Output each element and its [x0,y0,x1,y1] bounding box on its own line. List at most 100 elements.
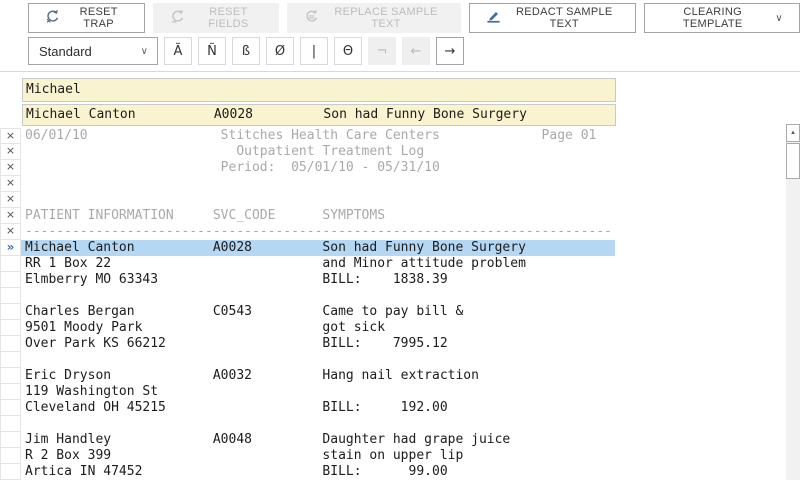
report-line[interactable]: Over Park KS 66212 BILL: 7995.12 [0,336,615,352]
report-line[interactable]: × Period: 05/01/10 - 05/31/10 [0,160,615,176]
report-line[interactable]: × [0,192,615,208]
report-line[interactable]: » Michael Canton A0028 Son had Funny Bone… [0,240,615,256]
trap-definition-input[interactable]: Michael [22,78,616,102]
report-line[interactable]: Artica IN 47452 BILL: 99.00 [0,464,615,480]
report-line-text: RR 1 Box 22 and Minor attitude problem [25,256,526,271]
report-line-text: ----------------------------------------… [25,224,612,239]
trap-character-toolbar: Standard ∨ Ã Ñß Ø | Θ ¬ ← → [28,37,464,65]
line-trap-x-icon[interactable]: × [0,176,21,192]
gutter-cell [0,384,21,400]
gutter-cell [0,320,21,336]
char-button-a-tilde[interactable]: Ã [164,37,192,65]
report-line-text: R 2 Box 399 stain on upper lip [25,448,464,463]
report-line[interactable]: Cleveland OH 45215 BILL: 192.00 [0,400,615,416]
reset-fields-button[interactable]: RESET FIELDS [153,3,280,33]
reset-trap-label: RESET TRAP [79,6,118,30]
gutter-cell [0,416,21,432]
report-line-text: 06/01/10 Stitches Health Care Centers Pa… [25,128,597,143]
scroll-up-button[interactable]: ▲ [786,124,800,142]
report-line[interactable]: 9501 Moody Park got sick [0,320,615,336]
report-line[interactable]: Elmberry MO 63343 BILL: 1838.39 [0,272,615,288]
line-trap-x-icon[interactable]: × [0,224,21,240]
gutter-cell [0,336,21,352]
gutter-cell [0,352,21,368]
report-line-text [21,192,615,208]
report-line-text: Elmberry MO 63343 BILL: 1838.39 [25,272,448,287]
report-line[interactable]: R 2 Box 399 stain on upper lip [0,448,615,464]
gutter-cell [0,256,21,272]
char-button-o-slash[interactable]: Ø [266,37,294,65]
gutter-cell [0,304,21,320]
chevron-down-icon: ∨ [140,45,148,57]
char-button-arrow-right[interactable]: → [436,37,464,65]
line-trap-x-icon[interactable]: × [0,192,21,208]
report-body: × 06/01/10 Stitches Health Care Centers P… [0,128,615,480]
scroll-up-arrow-icon: ▲ [790,130,796,136]
char-button-pipe[interactable]: | [300,37,328,65]
char-button-not-sign[interactable]: ¬ [368,37,396,65]
replace-sample-text-label: REPLACE SAMPLE TEXT [334,6,438,30]
gutter-cell [0,272,21,288]
line-trap-x-icon[interactable]: × [0,160,21,176]
report-line[interactable]: Jim Handley A0048 Daughter had grape jui… [0,432,615,448]
reset-trap-button[interactable]: RESET TRAP [28,3,146,33]
report-line-text: Cleveland OH 45215 BILL: 192.00 [25,400,448,415]
report-line-text: Eric Dryson A0032 Hang nail extraction [25,368,479,383]
gutter-cell [0,464,21,480]
report-line-text: 9501 Moody Park got sick [25,320,386,335]
report-line[interactable] [0,352,615,368]
reset-trap-icon [45,9,60,27]
reset-fields-icon [170,9,185,27]
redact-sample-text-button[interactable]: REDACT SAMPLE TEXT [468,3,636,33]
report-line[interactable]: × Outpatient Treatment Log [0,144,615,160]
replace-sample-text-icon [304,9,319,27]
gutter-cell [0,432,21,448]
report-line[interactable]: 119 Washington St [0,384,615,400]
report-line-text: Michael Canton A0028 Son had Funny Bone … [21,240,615,256]
report-line[interactable] [0,416,615,432]
report-line-text: 119 Washington St [25,384,159,399]
report-line[interactable]: Eric Dryson A0032 Hang nail extraction [0,368,615,384]
replace-sample-text-button[interactable]: REPLACE SAMPLE TEXT [287,3,461,33]
char-button-row: Ã Ñß Ø | Θ ¬ ← → [164,37,464,65]
report-line[interactable] [0,288,615,304]
report-line[interactable]: Charles Bergan C0543 Came to pay bill & [0,304,615,320]
char-button-arrow-left[interactable]: ← [402,37,430,65]
trap-type-select[interactable]: Standard ∨ [28,37,158,65]
line-trap-x-icon[interactable]: × [0,128,21,144]
report-line[interactable]: × ---------------------------------------… [0,224,615,240]
redact-sample-text-label: REDACT SAMPLE TEXT [515,6,613,30]
clearing-template-button[interactable]: CLEARING TEMPLATE ∨ [643,3,800,33]
gutter-cell [0,368,21,384]
report-line-text: Charles Bergan C0543 Came to pay bill & [25,304,464,319]
scrollbar-thumb[interactable] [786,143,800,179]
report-line[interactable]: × PATIENT INFORMATION SVC_CODE SYMPTOMS [0,208,615,224]
gutter-cell [0,448,21,464]
report-line-text: Artica IN 47452 BILL: 99.00 [25,464,448,479]
report-line-text [21,176,615,192]
chevron-down-icon: ∨ [775,12,784,24]
vertical-scrollbar[interactable]: ▲ [786,124,800,480]
reset-fields-label: RESET FIELDS [208,6,249,30]
char-button-theta[interactable]: Θ [334,37,362,65]
char-button-sharp-s[interactable]: ß [232,37,260,65]
line-trap-x-icon[interactable]: × [0,208,21,224]
char-button-n-tilde[interactable]: Ñ [198,37,226,65]
trap-type-value: Standard [39,43,92,59]
toolbar-divider [0,71,800,72]
report-line[interactable]: × [0,176,615,192]
report-line[interactable]: RR 1 Box 22 and Minor attitude problem [0,256,615,272]
gutter-cell [0,400,21,416]
report-line-text: Jim Handley A0048 Daughter had grape jui… [25,432,511,447]
clearing-template-label: CLEARING TEMPLATE [682,6,743,30]
report-line-text [21,288,615,304]
line-trap-x-icon[interactable]: × [0,144,21,160]
report-line-text: Outpatient Treatment Log [25,144,425,159]
report-line-text: PATIENT INFORMATION SVC_CODE SYMPTOMS [25,208,386,223]
current-line-marker-icon[interactable]: » [0,240,21,256]
report-line-text [21,416,615,432]
report-line-text [21,352,615,368]
redact-sample-text-icon [486,9,501,27]
report-line[interactable]: × 06/01/10 Stitches Health Care Centers P… [0,128,615,144]
report-line-text: Over Park KS 66212 BILL: 7995.12 [25,336,448,351]
